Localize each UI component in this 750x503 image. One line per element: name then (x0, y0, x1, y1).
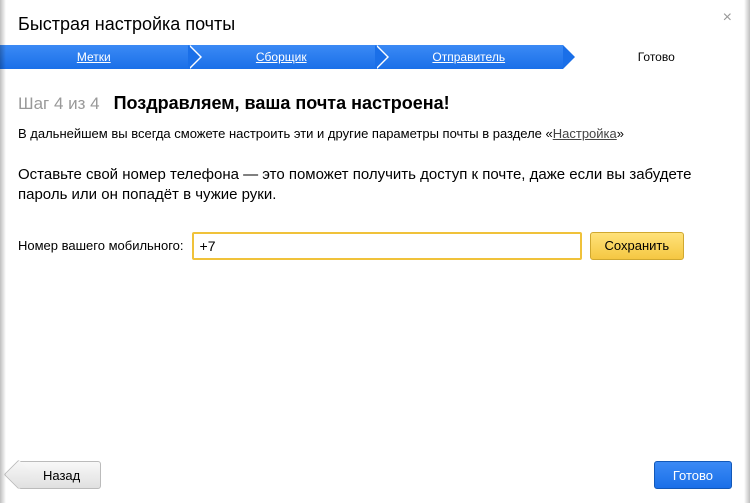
settings-link[interactable]: Настройка (553, 126, 617, 141)
subtext-after: » (617, 126, 624, 141)
subtext: В дальнейшем вы всегда сможете настроить… (18, 126, 732, 141)
info-text: Оставьте свой номер телефона — это помож… (18, 165, 732, 206)
back-button-label: Назад (43, 468, 80, 483)
step-sender[interactable]: Отправитель (375, 45, 563, 69)
page-heading: Поздравляем, ваша почта настроена! (114, 93, 450, 114)
close-icon[interactable]: × (723, 10, 732, 26)
step-counter: Шаг 4 из 4 (18, 94, 100, 114)
step-labels[interactable]: Метки (0, 45, 188, 69)
save-button[interactable]: Сохранить (590, 232, 685, 260)
done-button[interactable]: Готово (654, 461, 732, 489)
step-collector[interactable]: Сборщик (188, 45, 376, 69)
step-done: Готово (563, 45, 750, 69)
back-button[interactable]: Назад (18, 461, 101, 489)
wizard-steps: Метки Сборщик Отправитель Готово (0, 45, 750, 69)
subtext-before: В дальнейшем вы всегда сможете настроить… (18, 126, 553, 141)
phone-input[interactable] (192, 232, 582, 260)
phone-label: Номер вашего мобильного: (18, 238, 184, 253)
dialog-title: Быстрая настройка почты (18, 14, 235, 35)
